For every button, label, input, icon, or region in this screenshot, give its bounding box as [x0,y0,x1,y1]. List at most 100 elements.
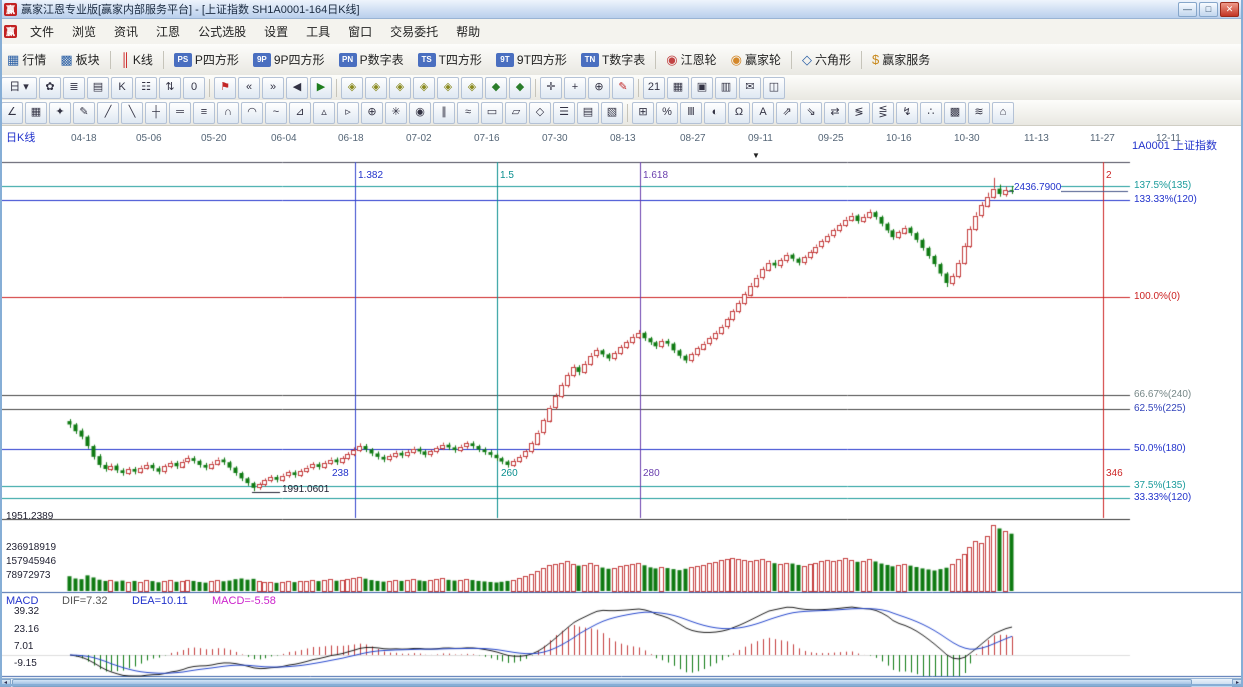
swap-tool[interactable]: ⇄ [824,101,846,124]
cross-line-tool[interactable]: ┼ [145,101,167,124]
channel-tool[interactable]: ∥ [433,101,455,124]
arrow-up-tool[interactable]: ⇗ [776,101,798,124]
gann-diamond-6[interactable]: ◈ [461,76,483,99]
arc-tool[interactable]: ∩ [217,101,239,124]
magnifier-button[interactable]: ⊕ [588,76,610,99]
semicircle-tool[interactable]: ◠ [241,101,263,124]
kline-view-icon[interactable]: K [111,76,133,99]
minimize-button[interactable]: — [1178,1,1197,17]
annotate-button[interactable]: ✎ [612,76,634,99]
angle-tool[interactable]: ∠ [1,101,23,124]
menu-item-3[interactable]: 资讯 [105,19,147,44]
quadrant-tool[interactable]: ⊞ [632,101,654,124]
zoom-in-button[interactable]: + [564,76,586,99]
message-button[interactable]: ✉ [739,76,761,99]
star-tool[interactable]: ✦ [49,101,71,124]
compare-tool[interactable]: ≶ [848,101,870,124]
gann-flower-icon[interactable]: ✿ [39,76,61,99]
gann-diamond-4[interactable]: ◈ [413,76,435,99]
quote-list-icon[interactable]: ≣ [63,76,85,99]
menu-item-6[interactable]: 设置 [255,19,297,44]
toolbar-button-行情[interactable]: ▦ 行情 [1,47,52,73]
rectangle-tool[interactable]: ▭ [481,101,503,124]
right-triangle-tool[interactable]: ▹ [337,101,359,124]
shaded-box-tool[interactable]: ▧ [601,101,623,124]
gann-diamond-5[interactable]: ◈ [437,76,459,99]
chart-canvas[interactable] [0,125,1243,678]
menu-item-5[interactable]: 公式选股 [189,19,255,44]
hatch-tool[interactable]: ▩ [944,101,966,124]
toolbar-button-六角形[interactable]: ◇ 六角形 [796,47,857,73]
toolbar-button-赢家轮[interactable]: ◉ 赢家轮 [725,47,787,73]
gann-circle-tool[interactable]: ⊕ [361,101,383,124]
grid-tool[interactable]: ▦ [25,101,47,124]
diamond-tool[interactable]: ◇ [529,101,551,124]
pencil-tool[interactable]: ✎ [73,101,95,124]
menu-item-10[interactable]: 帮助 [447,19,489,44]
calendar-21-button[interactable]: 21 [643,76,665,99]
gann-diamond-3[interactable]: ◈ [389,76,411,99]
speed-lines-tool[interactable]: ▤ [577,101,599,124]
multi-grid-icon[interactable]: ☷ [135,76,157,99]
maximize-button[interactable]: □ [1199,1,1218,17]
toolbar-button-T四方形[interactable]: TS T四方形 [412,47,488,73]
circle-tool[interactable]: ◉ [409,101,431,124]
thirds-tool[interactable]: Ⅲ [680,101,702,124]
panel-toggle-button[interactable]: ▣ [691,76,713,99]
resistance-tool[interactable]: Ω [728,101,750,124]
trend-line-tool[interactable]: ╱ [97,101,119,124]
arrow-down-tool[interactable]: ⇘ [800,101,822,124]
close-button[interactable]: ✕ [1220,1,1239,17]
swap-period-icon[interactable]: ⇅ [159,76,181,99]
layout-button[interactable]: ▥ [715,76,737,99]
gann-fan-tool[interactable]: ✳ [385,101,407,124]
menu-item-8[interactable]: 窗口 [339,19,381,44]
first-bar-button[interactable]: « [238,76,260,99]
menu-item-9[interactable]: 交易委托 [381,19,447,44]
flag-marker-icon[interactable]: ⚑ [214,76,236,99]
up-triangle-tool[interactable]: ▵ [313,101,335,124]
toolbar-button-P四方形[interactable]: PS P四方形 [168,47,245,73]
down-line-tool[interactable]: ╲ [121,101,143,124]
cycle-tool[interactable]: ◐ [704,101,726,124]
menu-item-4[interactable]: 江恩 [147,19,189,44]
toolbar-button-板块[interactable]: ▩ 板块 [54,47,105,73]
parallel-lines-tool[interactable]: ≡ [193,101,215,124]
menu-item-7[interactable]: 工具 [297,19,339,44]
prev-bar-button[interactable]: ◀ [286,76,308,99]
f10-info-icon[interactable]: ▤ [87,76,109,99]
pan-tool-button[interactable]: ✛ [540,76,562,99]
toolbar-button-江恩轮[interactable]: ◉ 江恩轮 [660,47,722,73]
save-layout-button[interactable]: ◫ [763,76,785,99]
toolbar-button-P数字表[interactable]: PN P数字表 [333,47,410,73]
triple-wave-tool[interactable]: ≋ [968,101,990,124]
menu-item-1[interactable]: 文件 [21,19,63,44]
toolbar-button-9P四方形[interactable]: 9P 9P四方形 [247,47,331,73]
fib-levels-tool[interactable]: ☰ [553,101,575,124]
last-bar-button[interactable]: » [262,76,284,99]
band-tool[interactable]: ⋚ [872,101,894,124]
fib-wave-tool[interactable]: ≈ [457,101,479,124]
period-dropdown[interactable]: 日 ▾ [1,76,37,99]
data-table-button[interactable]: ▦ [667,76,689,99]
play-button[interactable]: ▶ [310,76,332,99]
text-tool[interactable]: A [752,101,774,124]
triangle-tool[interactable]: ⊿ [289,101,311,124]
gann-diamond-1[interactable]: ◈ [341,76,363,99]
parallelogram-tool[interactable]: ▱ [505,101,527,124]
gann-diamond-8[interactable]: ◆ [509,76,531,99]
toolbar-button-T数字表[interactable]: TN T数字表 [575,47,651,73]
gann-diamond-7[interactable]: ◆ [485,76,507,99]
toolbar-button-9T四方形[interactable]: 9T 9T四方形 [490,47,573,73]
toolbar-button-赢家服务[interactable]: $ 赢家服务 [866,47,936,73]
percent-tool[interactable]: % [656,101,678,124]
toolbar-button-K线[interactable]: ║ K线 [115,47,159,73]
gann-diamond-2[interactable]: ◈ [365,76,387,99]
wave-tool[interactable]: ~ [265,101,287,124]
reset-icon[interactable]: 0 [183,76,205,99]
home-tool[interactable]: ⌂ [992,101,1014,124]
horizontal-line-tool[interactable]: ═ [169,101,191,124]
menu-item-2[interactable]: 浏览 [63,19,105,44]
lightning-tool[interactable]: ↯ [896,101,918,124]
dots-tool[interactable]: ∴ [920,101,942,124]
